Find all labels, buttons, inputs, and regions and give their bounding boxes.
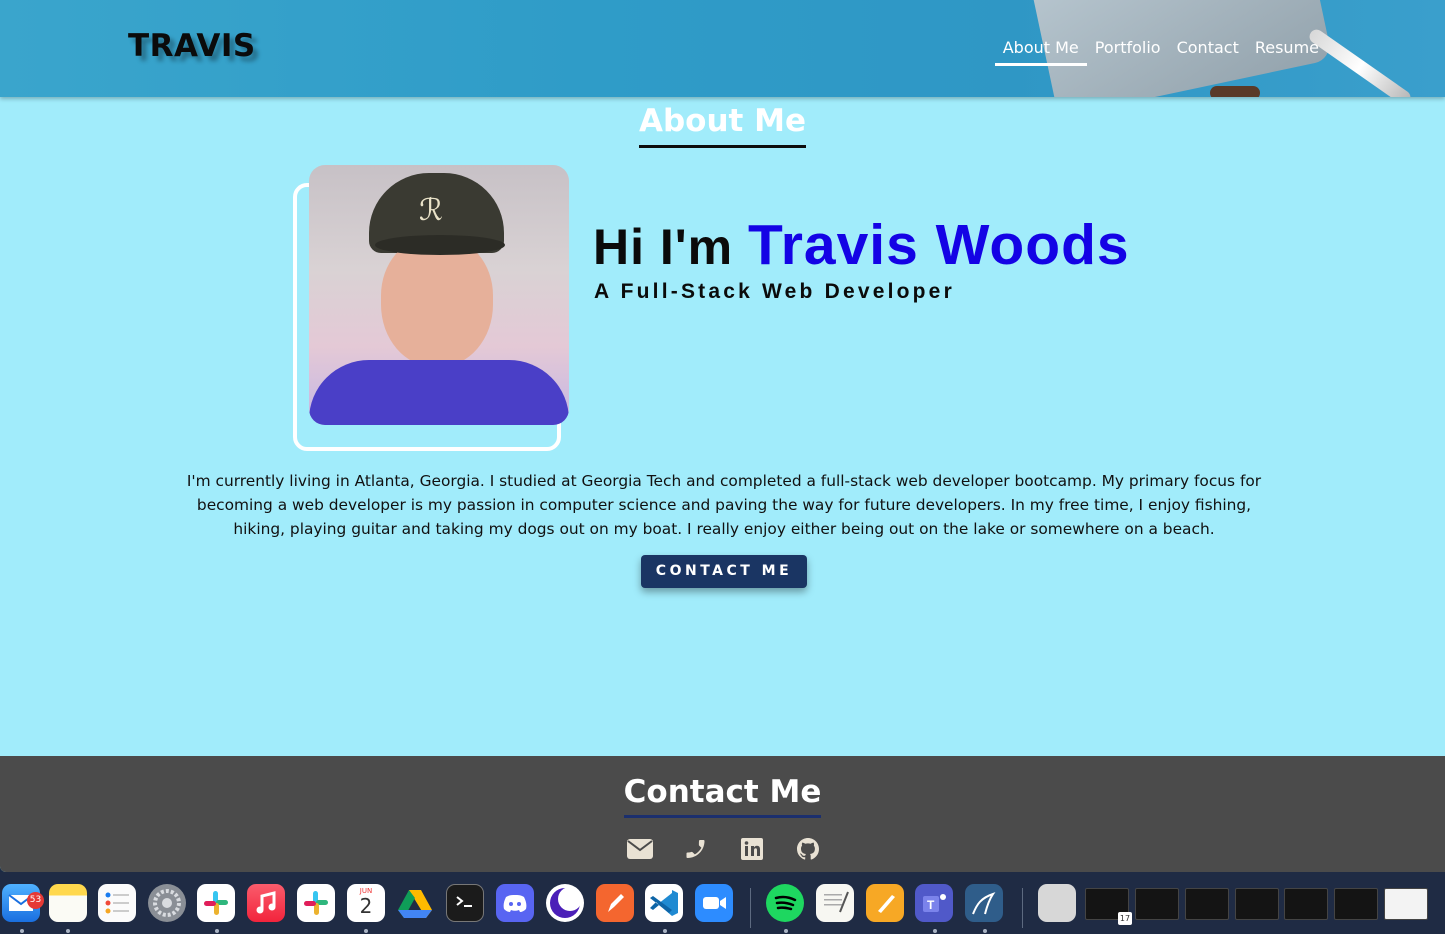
mysql-workbench-icon[interactable] (965, 884, 1003, 922)
dock-running-indicator (215, 929, 219, 933)
nav-contact[interactable]: Contact (1169, 36, 1247, 66)
notes-app-icon[interactable] (49, 884, 87, 922)
pen-app-icon[interactable] (596, 884, 634, 922)
teams-app-icon[interactable]: T (915, 884, 953, 922)
browser-window: TRAVIS About Me Portfolio Contact Resume… (0, 0, 1445, 872)
vscode-app-icon[interactable] (645, 884, 683, 922)
footer-title: Contact Me (623, 772, 822, 818)
intro-subtitle: A Full-Stack Web Developer (594, 280, 955, 303)
dock-running-indicator (66, 929, 70, 933)
phone-icon[interactable] (682, 836, 710, 862)
zoom-app-icon[interactable] (695, 884, 733, 922)
dock-running-indicator (663, 929, 667, 933)
about-section-header: About Me (0, 101, 1445, 148)
pages-app-icon[interactable] (866, 884, 904, 922)
site-header: TRAVIS About Me Portfolio Contact Resume (0, 0, 1445, 97)
window-thumbnail[interactable] (1235, 888, 1279, 920)
about-section-title: About Me (638, 101, 807, 148)
terminal-app-icon[interactable] (446, 884, 484, 922)
mail-badge: 53 (27, 892, 44, 909)
intro-heading: Hi I'm Travis Woods (593, 212, 1130, 278)
dock-running-indicator (784, 929, 788, 933)
mail-app-icon[interactable]: 53 (2, 884, 44, 922)
pen-cap-image (1210, 86, 1260, 97)
preview-app-icon[interactable] (1038, 884, 1076, 922)
intro-name: Travis Woods (748, 213, 1130, 277)
footer-header: Contact Me (0, 772, 1445, 818)
contact-footer: Contact Me (0, 756, 1445, 872)
dock-running-indicator (983, 929, 987, 933)
spotify-app-icon[interactable] (766, 884, 804, 922)
dock-running-indicator (364, 929, 368, 933)
nav-portfolio[interactable]: Portfolio (1087, 36, 1169, 66)
window-thumbnail[interactable] (1135, 888, 1179, 920)
nav-about-me[interactable]: About Me (994, 36, 1087, 66)
window-thumbnail[interactable] (1185, 888, 1229, 920)
discord-app-icon[interactable] (496, 884, 534, 922)
slack-app-icon[interactable] (197, 884, 235, 922)
nav-resume[interactable]: Resume (1247, 36, 1327, 66)
music-app-icon[interactable] (247, 884, 285, 922)
dock-running-indicator (933, 929, 937, 933)
google-drive-icon[interactable] (396, 884, 434, 922)
dock-separator (750, 888, 751, 928)
intro-greeting: Hi I'm (593, 219, 749, 275)
dock-separator-2 (1022, 888, 1023, 928)
contact-me-button[interactable]: CONTACT ME (641, 555, 807, 588)
macos-dock: 53 JUN 2 T 17 (0, 872, 1445, 934)
window-thumbnail[interactable] (1284, 888, 1328, 920)
profile-photo: ℛ (309, 165, 569, 425)
calendar-app-icon[interactable]: JUN 2 (347, 884, 385, 922)
window-thumbnail[interactable]: 17 (1085, 888, 1132, 925)
envelope-icon[interactable] (626, 836, 654, 862)
textedit-app-icon[interactable] (816, 884, 854, 922)
reminders-app-icon[interactable] (98, 884, 136, 922)
linkedin-icon[interactable] (738, 836, 766, 862)
nightowl-app-icon[interactable] (546, 884, 584, 922)
window-thumbnail[interactable] (1384, 888, 1428, 920)
dock-running-indicator (20, 929, 24, 933)
github-icon[interactable] (794, 836, 822, 862)
main-nav: About Me Portfolio Contact Resume (994, 36, 1327, 66)
slack-app-icon-2[interactable] (297, 884, 335, 922)
site-logo[interactable]: TRAVIS (128, 28, 256, 64)
window-thumbnail[interactable] (1334, 888, 1378, 920)
bio-paragraph: I'm currently living in Atlanta, Georgia… (186, 472, 1262, 538)
contact-icons (626, 836, 822, 862)
system-settings-icon[interactable] (148, 884, 186, 922)
svg-text:T: T (927, 898, 935, 912)
